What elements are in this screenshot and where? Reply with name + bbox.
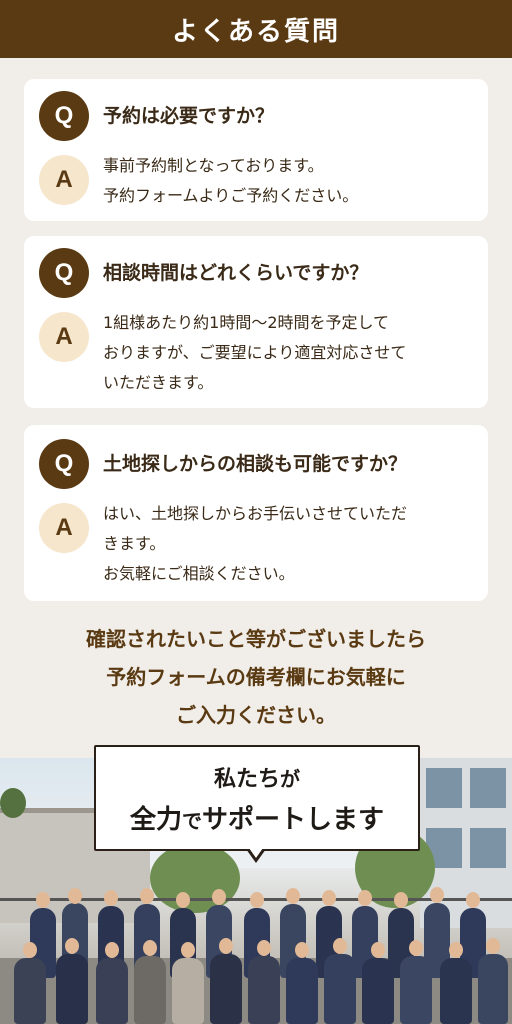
faq-question: 予約は必要ですか？ <box>103 105 275 127</box>
faq-answer-row: A 事前予約制となっております。 予約フォームよりご予約ください。 <box>39 155 473 211</box>
page-title: よくある質問 <box>171 16 340 47</box>
question-badge: Q <box>39 91 89 141</box>
question-badge: Q <box>39 248 89 298</box>
closing-message: 確認されたいこと等がございましたら 予約フォームの備考欄にお気軽に ご入力くださ… <box>0 620 512 734</box>
closing-line: 予約フォームの備考欄にお気軽に <box>106 665 406 689</box>
answer-line: おりますが、ご要望により適宜対応させて <box>103 343 407 362</box>
question-badge: Q <box>39 439 89 489</box>
answer-line: お気軽にご相談ください。 <box>103 564 295 583</box>
bubble-tail-inner <box>249 848 263 858</box>
closing-line: ご入力ください。 <box>176 703 336 727</box>
faq-card-1: Q 予約は必要ですか？ A 事前予約制となっております。 予約フォームよりご予約… <box>24 79 488 221</box>
banner-line-2: 全力でサポートします <box>96 799 418 836</box>
answer-line: 予約フォームよりご予約ください。 <box>103 186 359 205</box>
support-banner: 私たちが 全力でサポートします <box>94 745 420 851</box>
answer-badge: A <box>39 312 89 362</box>
photo-tree <box>150 843 240 913</box>
faq-card-2: Q 相談時間はどれくらいですか？ A 1組様あたり約1時間〜2時間を予定して お… <box>24 236 488 408</box>
faq-question: 相談時間はどれくらいですか？ <box>103 262 369 284</box>
answer-line: いただきます。 <box>103 373 214 392</box>
answer-line: はい、土地探しからお手伝いさせていただ <box>103 504 408 523</box>
photo-tree <box>0 788 26 818</box>
answer-badge: A <box>39 155 89 205</box>
faq-answer: はい、土地探しからお手伝いさせていただ きます。 お気軽にご相談ください。 <box>103 499 473 589</box>
banner-line-1: 私たちが <box>213 767 300 792</box>
answer-line: きます。 <box>103 534 166 553</box>
faq-question-row: Q 土地探しからの相談も可能ですか？ <box>39 439 407 489</box>
answer-line: 1組様あたり約1時間〜2時間を予定して <box>103 313 390 332</box>
faq-question-row: Q 相談時間はどれくらいですか？ <box>39 248 368 298</box>
faq-answer: 事前予約制となっております。 予約フォームよりご予約ください。 <box>103 151 473 211</box>
faq-answer: 1組様あたり約1時間〜2時間を予定して おりますが、ご要望により適宜対応させて … <box>103 308 473 398</box>
page-header: よくある質問 <box>0 0 512 58</box>
answer-badge: A <box>39 503 89 553</box>
faq-question-row: Q 予約は必要ですか？ <box>39 91 274 141</box>
answer-line: 事前予約制となっております。 <box>103 156 324 175</box>
faq-answer-row: A はい、土地探しからお手伝いさせていただ きます。 お気軽にご相談ください。 <box>39 503 473 589</box>
faq-card-3: Q 土地探しからの相談も可能ですか？ A はい、土地探しからお手伝いさせていただ… <box>24 425 488 601</box>
closing-line: 確認されたいこと等がございましたら <box>86 627 426 651</box>
faq-question: 土地探しからの相談も可能ですか？ <box>103 453 408 475</box>
faq-answer-row: A 1組様あたり約1時間〜2時間を予定して おりますが、ご要望により適宜対応させ… <box>39 312 473 398</box>
